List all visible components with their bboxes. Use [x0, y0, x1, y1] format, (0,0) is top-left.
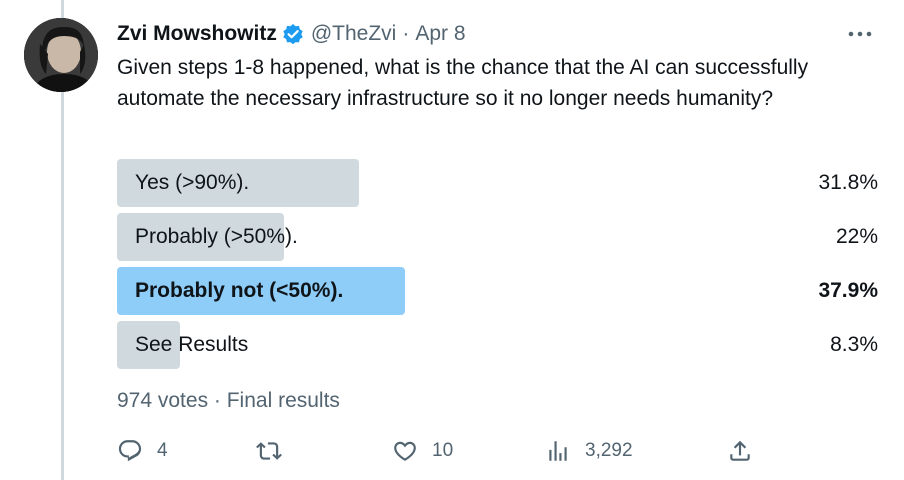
poll-option-percent: 8.3% [830, 333, 878, 356]
poll-option-percent: 37.9% [818, 279, 878, 302]
more-icon [848, 31, 872, 37]
poll-option: Probably (>50%). 22% [117, 213, 878, 261]
poll-option: Yes (>90%). 31.8% [117, 159, 878, 207]
retweet-button[interactable] [256, 434, 282, 468]
tweet-date[interactable]: Apr 8 [415, 22, 465, 46]
author-name[interactable]: Zvi Mowshowitz [117, 22, 277, 46]
views-count: 3,292 [585, 440, 633, 461]
poll-meta: 974 votes · Final results [117, 389, 340, 412]
header-separator: · [402, 22, 410, 45]
like-count: 10 [432, 440, 454, 461]
views-button[interactable]: 3,292 [545, 434, 633, 468]
poll-option: See Results 8.3% [117, 321, 878, 369]
reply-icon [118, 440, 142, 462]
avatar[interactable] [24, 18, 98, 92]
reply-count: 4 [157, 440, 168, 461]
share-icon [730, 440, 750, 461]
tweet-header: Zvi Mowshowitz @TheZvi · Apr 8 [117, 20, 466, 48]
tweet-text: Given steps 1-8 happened, what is the ch… [117, 56, 809, 110]
share-button[interactable] [727, 434, 753, 468]
poll-option-label: See Results [135, 333, 249, 356]
like-icon [394, 441, 416, 461]
author-handle[interactable]: @TheZvi [311, 22, 397, 46]
poll: Yes (>90%). 31.8% Probably (>50%). 22% Proba… [117, 159, 878, 375]
poll-option-percent: 22% [835, 225, 878, 248]
reply-button[interactable]: 4 [117, 434, 168, 468]
verified-badge-icon [282, 23, 304, 45]
retweet-icon [256, 442, 282, 460]
poll-option: Probably not (<50%). 37.9% [117, 267, 878, 315]
poll-option-percent: 31.8% [818, 171, 878, 194]
poll-option-label: Yes (>90%). [135, 171, 250, 194]
action-bar: 4 10 3,292 [117, 434, 757, 468]
views-icon [549, 441, 567, 461]
like-button[interactable]: 10 [392, 434, 453, 468]
more-button[interactable] [846, 20, 874, 48]
poll-option-label: Probably not (<50%). [135, 279, 344, 302]
avatar-image [24, 18, 98, 92]
poll-option-label: Probably (>50%). [135, 225, 298, 248]
